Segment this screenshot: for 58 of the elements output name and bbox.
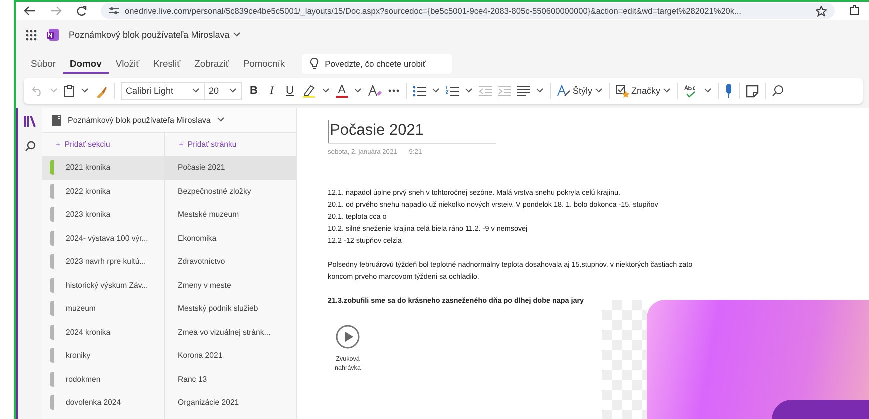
ribbon-tab[interactable]: Kresliť <box>146 54 188 74</box>
extensions-icon[interactable] <box>849 5 861 17</box>
clear-formatting-icon[interactable] <box>368 85 382 97</box>
star-icon[interactable] <box>816 6 827 16</box>
chevron-down-icon[interactable] <box>322 88 330 94</box>
font-size-dropdown[interactable]: 20 <box>204 82 242 100</box>
search-icon[interactable] <box>24 141 36 152</box>
tags-dropdown[interactable]: Značky <box>616 84 671 98</box>
onenote-logo-icon <box>47 29 59 41</box>
highlighter-icon[interactable] <box>302 84 316 98</box>
site-settings-icon[interactable] <box>109 7 119 15</box>
search-icon[interactable] <box>772 85 784 97</box>
numbered-list-icon[interactable] <box>446 86 459 96</box>
tag-checkbox-icon <box>616 84 630 98</box>
chevron-down-icon[interactable] <box>229 88 237 94</box>
more-icon[interactable] <box>388 89 400 93</box>
underline-button[interactable]: U <box>284 85 296 97</box>
play-icon[interactable] <box>336 325 360 349</box>
spelling-check-icon[interactable] <box>684 84 698 98</box>
bold-button[interactable]: B <box>248 85 260 97</box>
ribbon-tab[interactable]: Vložiť <box>108 54 147 74</box>
italic-button[interactable]: I <box>266 85 278 97</box>
chevron-down-icon[interactable] <box>232 32 241 38</box>
chevron-down-icon[interactable] <box>465 88 473 94</box>
chevron-down-icon[interactable] <box>81 88 89 94</box>
styles-dropdown[interactable]: Štýly <box>557 85 603 97</box>
ribbon-tab[interactable]: Pomocník <box>236 54 292 74</box>
ribbon-tab[interactable]: Domov <box>63 54 109 74</box>
lightbulb-icon <box>310 58 320 70</box>
chevron-down-icon[interactable] <box>704 88 712 94</box>
microphone-icon[interactable] <box>724 84 733 98</box>
ribbon-tab[interactable]: Súbor <box>24 54 64 74</box>
reload-icon[interactable] <box>76 6 87 16</box>
notebooks-icon[interactable] <box>24 116 36 127</box>
back-icon[interactable] <box>24 6 36 16</box>
font-name-dropdown[interactable]: Calibri Light <box>121 82 205 100</box>
url-text: onedrive.live.com/personal/5c839ce4be5c5001/_layouts/15/Doc.aspx?sourcedoc={be5c5001-9ce4-2083-805c-550600000000}&action=edit&wd=target%282021%20k... <box>125 6 742 16</box>
bullet-list-icon[interactable] <box>413 86 426 96</box>
chevron-down-icon[interactable] <box>536 88 544 94</box>
chevron-down-icon[interactable] <box>216 117 225 123</box>
chevron-down-icon[interactable] <box>354 88 362 94</box>
align-icon[interactable] <box>517 86 530 96</box>
tell-me-search-field[interactable]: Povedzte, čo chcete urobiť <box>325 59 444 69</box>
chevron-down-icon[interactable] <box>192 88 200 94</box>
font-color-button[interactable]: A <box>336 84 348 98</box>
tell-me-search-box[interactable]: Povedzte, čo chcete urobiť <box>302 54 452 74</box>
styles-icon <box>557 85 571 97</box>
ribbon-tab[interactable]: Zobraziť <box>188 54 236 74</box>
brush-icon[interactable] <box>95 84 108 98</box>
clipboard-icon[interactable] <box>64 84 75 98</box>
sticky-note-icon[interactable] <box>746 84 759 98</box>
chevron-down-icon[interactable] <box>594 88 603 94</box>
page-title[interactable]: Počasie 2021 <box>328 120 496 144</box>
notebook-icon <box>52 114 62 126</box>
chevron-down-icon[interactable] <box>662 88 671 94</box>
address-bar[interactable]: onedrive.live.com/personal/5c839ce4be5c5001/_layouts/15/Doc.aspx?sourcedoc={be5c5001-9ce4-2083-805c-550600000000}&action=edit&wd=target%282021%20k... <box>101 3 835 19</box>
chevron-down-icon[interactable] <box>432 88 440 94</box>
app-launcher-icon[interactable] <box>26 30 37 40</box>
